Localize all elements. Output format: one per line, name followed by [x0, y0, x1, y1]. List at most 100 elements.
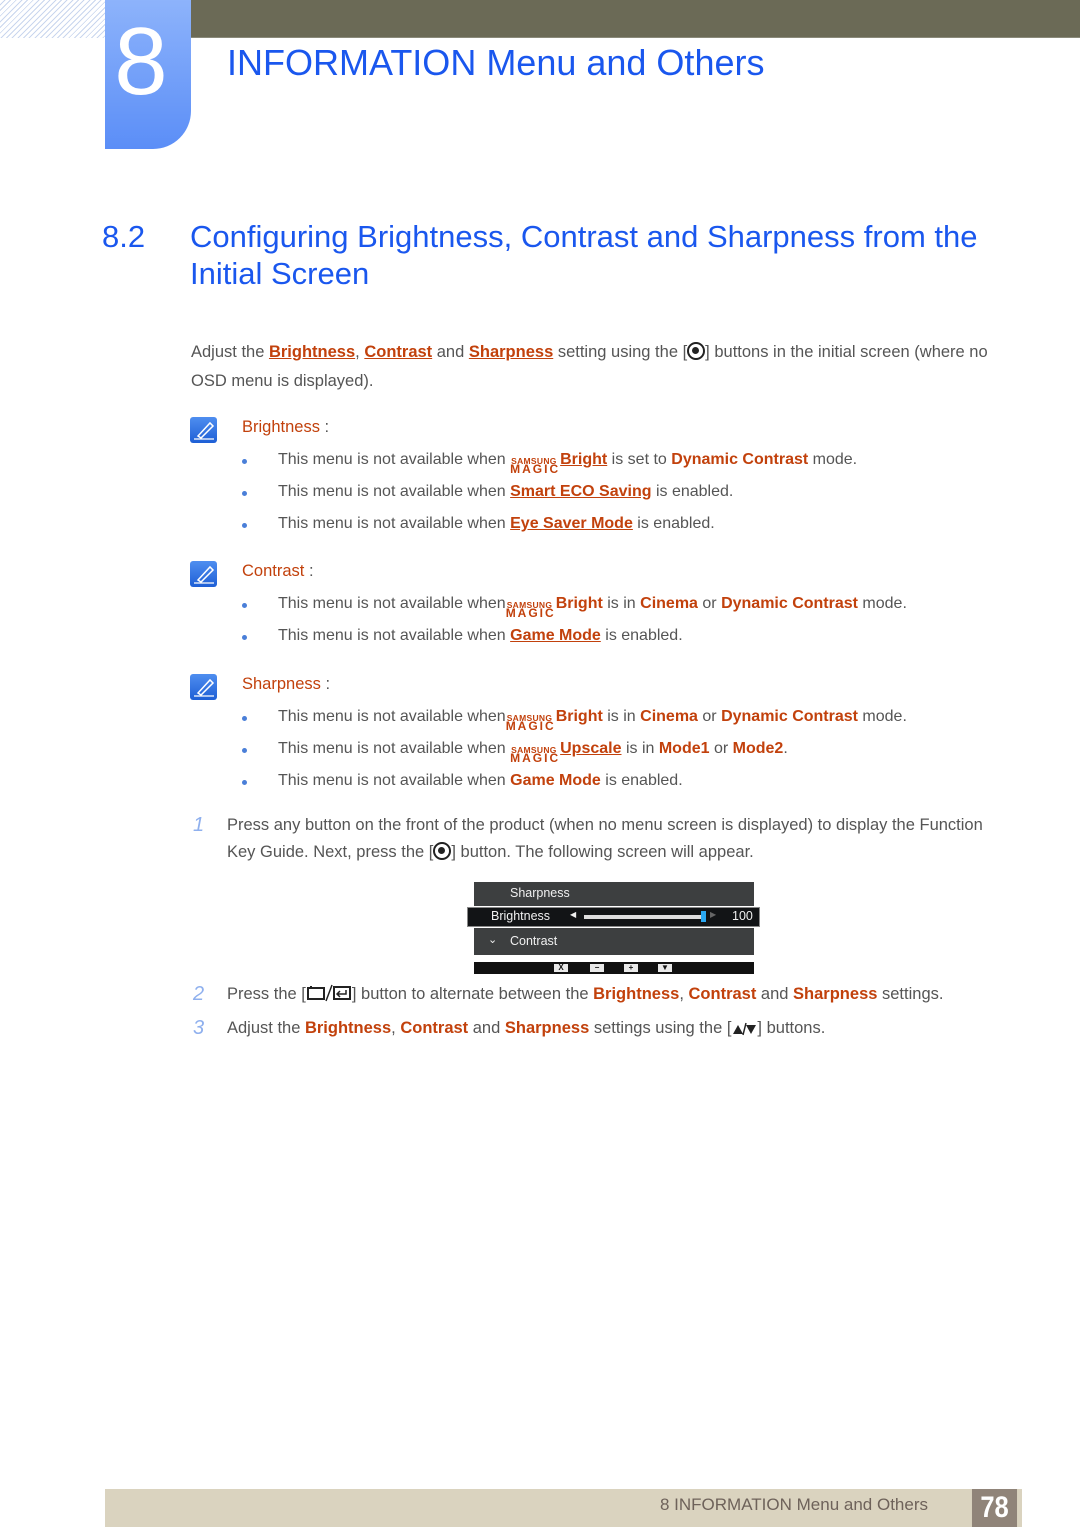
ref-contrast: Contrast: [400, 1019, 469, 1037]
step-number: 3: [193, 1017, 205, 1039]
bullet-text: is in: [602, 708, 641, 725]
link-magic-upscale[interactable]: Upscale: [560, 740, 621, 757]
header-band: [190, 0, 1080, 38]
list-item: This menu is not available when SAMSUNG M…: [242, 447, 1002, 479]
section-title: Configuring Brightness, Contrast and Sha…: [190, 219, 978, 291]
bullet-text: This menu is not available when: [278, 595, 506, 612]
bullet-text: is enabled.: [632, 515, 715, 532]
list-item: This menu is not available when SAMSUNG M…: [242, 736, 1002, 768]
bullet-text: This menu is not available when: [278, 627, 511, 644]
ref-cinema: Cinema: [640, 708, 698, 725]
link-game-mode[interactable]: Game Mode: [510, 627, 601, 644]
note-pencil-icon: [190, 561, 217, 587]
step-number: 1: [193, 814, 205, 836]
bullet-text: is in: [621, 740, 659, 757]
ref-brightness: Brightness: [593, 985, 680, 1003]
down-key-icon: ▼: [658, 964, 672, 972]
chapter-number: 8: [114, 8, 168, 115]
header-hatch-decoration: [0, 0, 105, 38]
link-brightness[interactable]: Brightness: [269, 343, 355, 361]
link-eye-saver-mode[interactable]: Eye Saver Mode: [510, 515, 633, 532]
bullet-text: is set to: [607, 451, 672, 468]
jog-button-icon: [433, 842, 452, 860]
step-text-part: Press the [: [227, 985, 306, 1003]
magic-logo: SAMSUNG MAGIC: [510, 739, 560, 765]
note-bullet-list: This menu is not available when SAMSUNG MA…: [242, 704, 1002, 800]
ref-dynamic-contrast: Dynamic Contrast: [721, 708, 858, 725]
ref-bright: Bright: [555, 595, 603, 612]
bullet-text: is enabled.: [600, 772, 683, 789]
note-title-text: Sharpness: [242, 675, 321, 693]
link-smart-eco-saving[interactable]: Smart ECO Saving: [510, 483, 651, 500]
list-item: This menu is not available when Game Mod…: [242, 768, 1002, 800]
list-item: This menu is not available when Eye Save…: [242, 511, 1002, 543]
osd-label: Brightness: [491, 909, 551, 923]
step-text: Press any button on the front of the pro…: [227, 812, 1007, 866]
bullet-text: is enabled.: [651, 483, 734, 500]
ref-brightness: Brightness: [304, 1019, 392, 1037]
step-text-part: ] button to alternate between the: [351, 985, 594, 1003]
note-title: Brightness :: [242, 418, 329, 437]
note-colon: :: [319, 418, 330, 436]
osd-row-brightness: Brightness ◀ ▶ 100: [467, 907, 760, 927]
bullet-text: This menu is not available when: [278, 515, 511, 532]
intro-text: and: [432, 343, 469, 361]
osd-slider-track: [584, 915, 704, 919]
step-text: Adjust the Brightness, Contrast and Shar…: [227, 1015, 1007, 1042]
link-contrast[interactable]: Contrast: [364, 343, 432, 361]
note-title-text: Brightness: [242, 418, 320, 436]
bullet-text: This menu is not available when: [278, 451, 511, 468]
step-text-part: settings.: [877, 985, 944, 1003]
intro-text: setting using the [: [553, 343, 688, 361]
link-sharpness[interactable]: Sharpness: [469, 343, 553, 361]
arrow-left-icon: ◀: [570, 910, 577, 919]
list-item: This menu is not available when SAMSUNG MA…: [242, 591, 1002, 623]
bullet-text: is in: [602, 595, 641, 612]
list-item: This menu is not available when Game Mod…: [242, 623, 1002, 655]
osd-menu-image: Sharpness Brightness ◀ ▶ 100 ⌄ Contrast …: [467, 882, 762, 977]
step-text-part: and: [468, 1019, 505, 1037]
minus-key-icon: −: [590, 964, 604, 972]
bullet-text: .: [783, 740, 788, 757]
osd-slider-thumb: [701, 911, 706, 922]
page-number: 78: [971, 1489, 1018, 1527]
note-pencil-icon: [190, 674, 217, 700]
plus-key-icon: +: [624, 964, 638, 972]
bullet-text: or: [697, 708, 722, 725]
note-pencil-icon: [190, 417, 217, 443]
bullet-text: or: [697, 595, 722, 612]
osd-value: 100: [732, 909, 753, 923]
bullet-text: This menu is not available when: [278, 740, 511, 757]
bullet-text: mode.: [857, 595, 907, 612]
ref-mode1: Mode1: [658, 740, 710, 757]
osd-label: Sharpness: [510, 886, 570, 900]
note-colon: :: [320, 675, 331, 693]
step-1: 1 Press any button on the front of the p…: [193, 812, 1013, 868]
close-key-icon: X: [554, 964, 568, 972]
note-colon: :: [304, 562, 314, 580]
ref-cinema: Cinema: [640, 595, 698, 612]
step-2: 2 Press the [ ] button to alternate betwe…: [193, 981, 1013, 1009]
bullet-text: is enabled.: [600, 627, 683, 644]
bullet-text: This menu is not available when: [278, 772, 511, 789]
link-magic-bright[interactable]: Bright: [560, 451, 607, 468]
footer-chapter-title: 8 INFORMATION Menu and Others: [660, 1495, 928, 1514]
note-title-text: Contrast: [242, 562, 305, 580]
step-text-part: and: [756, 985, 794, 1003]
magic-logo: SAMSUNG MAGIC: [506, 707, 556, 733]
ref-sharpness: Sharpness: [793, 985, 878, 1003]
intro-paragraph: Adjust the Brightness, Contrast and Shar…: [191, 338, 1011, 396]
osd-label: Contrast: [510, 934, 558, 948]
step-3: 3 Adjust the Brightness, Contrast and Sh…: [193, 1015, 1013, 1043]
list-item: This menu is not available when Smart EC…: [242, 479, 1002, 511]
note-title: Contrast :: [242, 562, 314, 581]
osd-row-contrast: ⌄ Contrast: [474, 928, 754, 955]
ref-game-mode: Game Mode: [510, 772, 601, 789]
osd-row-sharpness: Sharpness: [474, 882, 754, 906]
ref-contrast: Contrast: [688, 985, 757, 1003]
step-text-part: settings using the [: [589, 1019, 732, 1037]
magic-logo: SAMSUNG MAGIC: [506, 594, 556, 620]
step-number: 2: [193, 983, 205, 1005]
step-text-part: ] button. The following screen will appe…: [451, 843, 754, 861]
bullet-text: mode.: [857, 708, 907, 725]
